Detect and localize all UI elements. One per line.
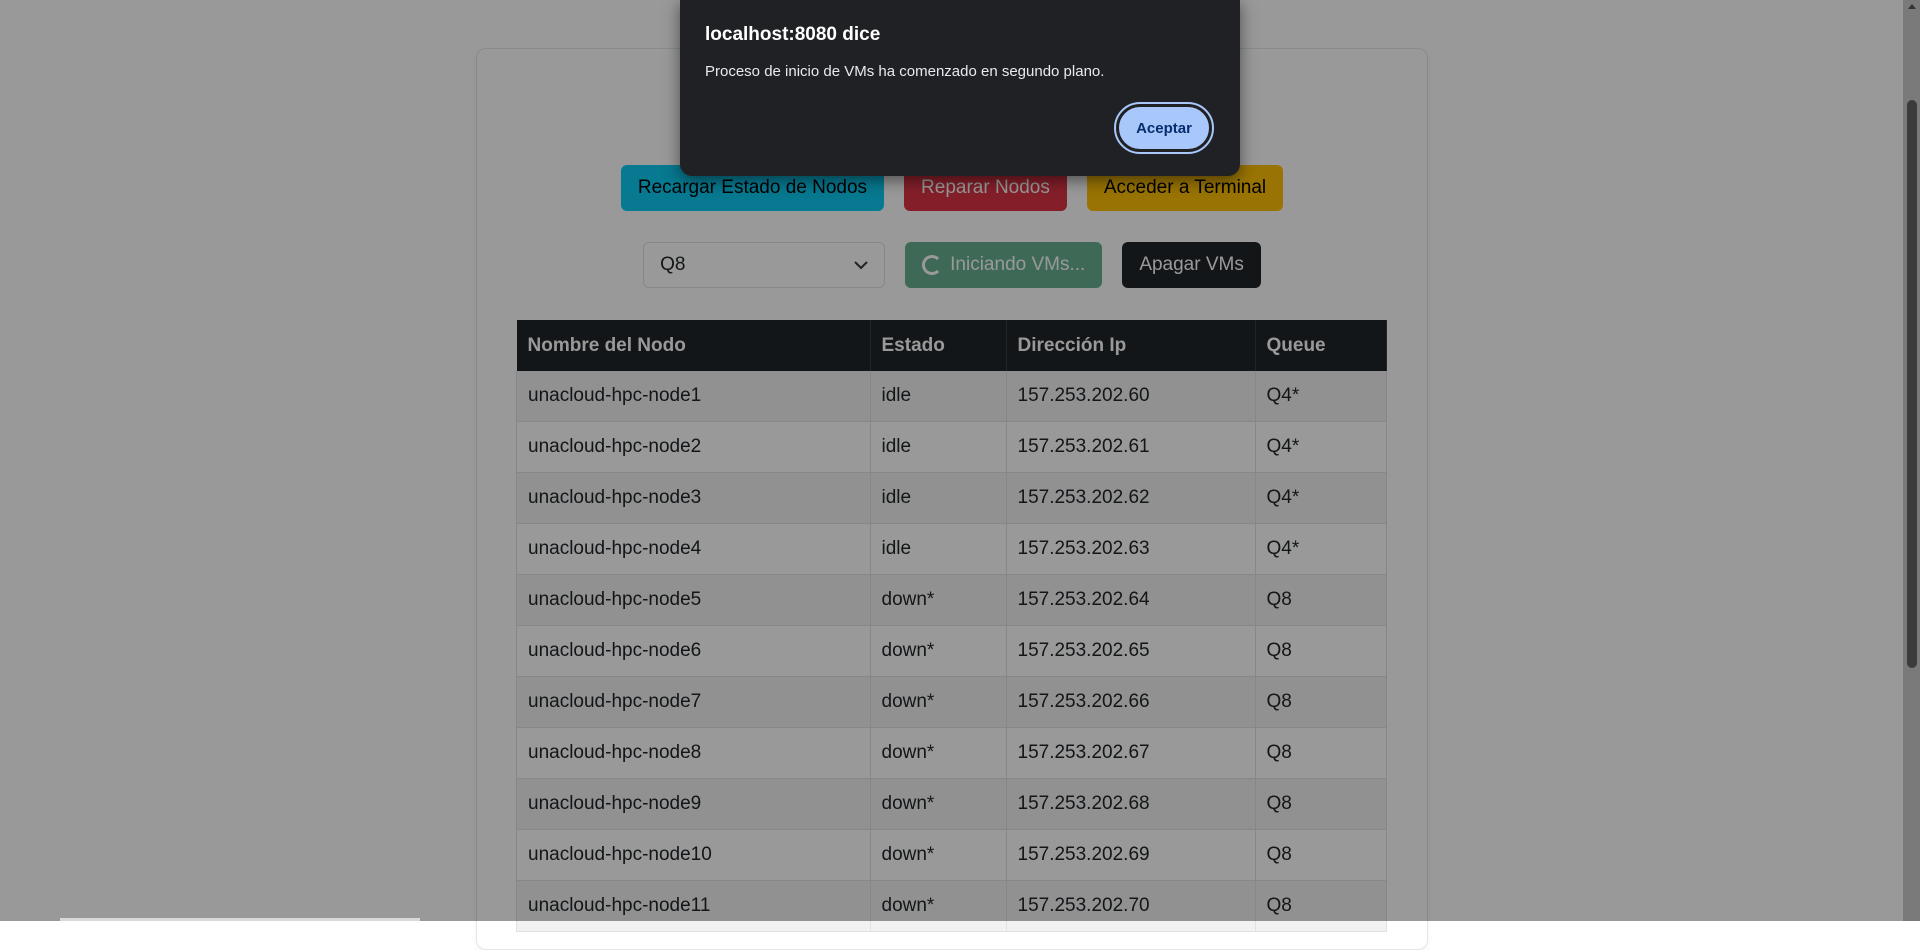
dialog-title: localhost:8080 dice bbox=[705, 24, 881, 45]
dialog-message: Proceso de inicio de VMs ha comenzado en… bbox=[705, 63, 1105, 80]
scroll-up-icon[interactable] bbox=[1908, 4, 1916, 9]
vertical-scrollbar[interactable] bbox=[1903, 0, 1920, 921]
accept-button[interactable]: Aceptar bbox=[1114, 102, 1214, 154]
scrollbar-thumb[interactable] bbox=[1907, 100, 1917, 668]
alert-dialog: localhost:8080 dice Proceso de inicio de… bbox=[680, 0, 1240, 176]
